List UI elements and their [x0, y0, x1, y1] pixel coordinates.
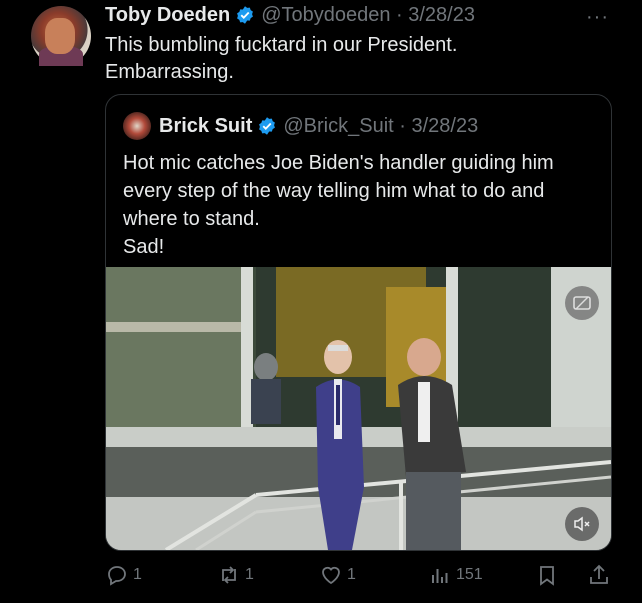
- gif-control-button[interactable]: [565, 286, 599, 320]
- mute-icon: [574, 516, 590, 532]
- share-button[interactable]: [587, 560, 615, 590]
- author-avatar[interactable]: [31, 6, 91, 66]
- verified-badge-icon: [237, 6, 254, 24]
- quote-author-name[interactable]: Brick Suit: [159, 115, 252, 138]
- like-button[interactable]: 1: [319, 560, 356, 590]
- tweet-header: Toby Doeden @Tobydoeden · 3/28/23: [105, 3, 475, 27]
- share-icon: [590, 564, 608, 584]
- reply-icon: [108, 566, 126, 586]
- author-handle-date[interactable]: @Tobydoeden · 3/28/23: [261, 4, 475, 27]
- tweet-action-bar: 1 1 1 151: [105, 560, 615, 590]
- author-name[interactable]: Toby Doeden: [105, 4, 230, 27]
- views-button[interactable]: 151: [428, 560, 483, 590]
- tweet-text: This bumbling fucktard in our President.…: [105, 32, 625, 86]
- quote-text-line: Sad!: [123, 236, 165, 258]
- quoted-tweet[interactable]: Brick Suit @Brick_Suit · 3/28/23 Hot mic…: [105, 94, 612, 551]
- quote-text: Hot mic catches Joe Biden's handler guid…: [123, 149, 593, 261]
- like-count: 1: [347, 566, 356, 583]
- quote-author-handle-date[interactable]: @Brick_Suit · 3/28/23: [283, 115, 478, 138]
- retweet-icon: [222, 566, 236, 584]
- quote-author-avatar[interactable]: [123, 112, 151, 140]
- reply-button[interactable]: 1: [105, 560, 142, 590]
- bookmark-icon: [540, 566, 554, 586]
- reply-count: 1: [133, 566, 142, 583]
- tweet-text-line: Embarrassing.: [105, 61, 234, 83]
- retweet-count: 1: [245, 566, 254, 583]
- quote-video-media[interactable]: [106, 267, 611, 550]
- mute-button[interactable]: [565, 507, 599, 541]
- more-icon[interactable]: ···: [586, 6, 609, 29]
- retweet-button[interactable]: 1: [217, 560, 254, 590]
- like-icon: [322, 566, 340, 585]
- verified-badge-icon: [259, 117, 276, 135]
- bookmark-button[interactable]: [535, 560, 563, 590]
- gif-control-icon: [573, 296, 591, 310]
- quote-text-line: where to stand.: [123, 208, 260, 230]
- views-count: 151: [456, 566, 483, 583]
- tweet-text-line: This bumbling fucktard in our President.: [105, 34, 458, 56]
- avatar-face: [45, 18, 75, 54]
- video-frame-image: [106, 267, 611, 550]
- quote-text-line: Hot mic catches Joe Biden's handler guid…: [123, 152, 554, 174]
- quote-header: Brick Suit @Brick_Suit · 3/28/23: [123, 112, 478, 140]
- views-icon: [432, 569, 448, 583]
- quote-text-line: every step of the way telling him what t…: [123, 180, 545, 202]
